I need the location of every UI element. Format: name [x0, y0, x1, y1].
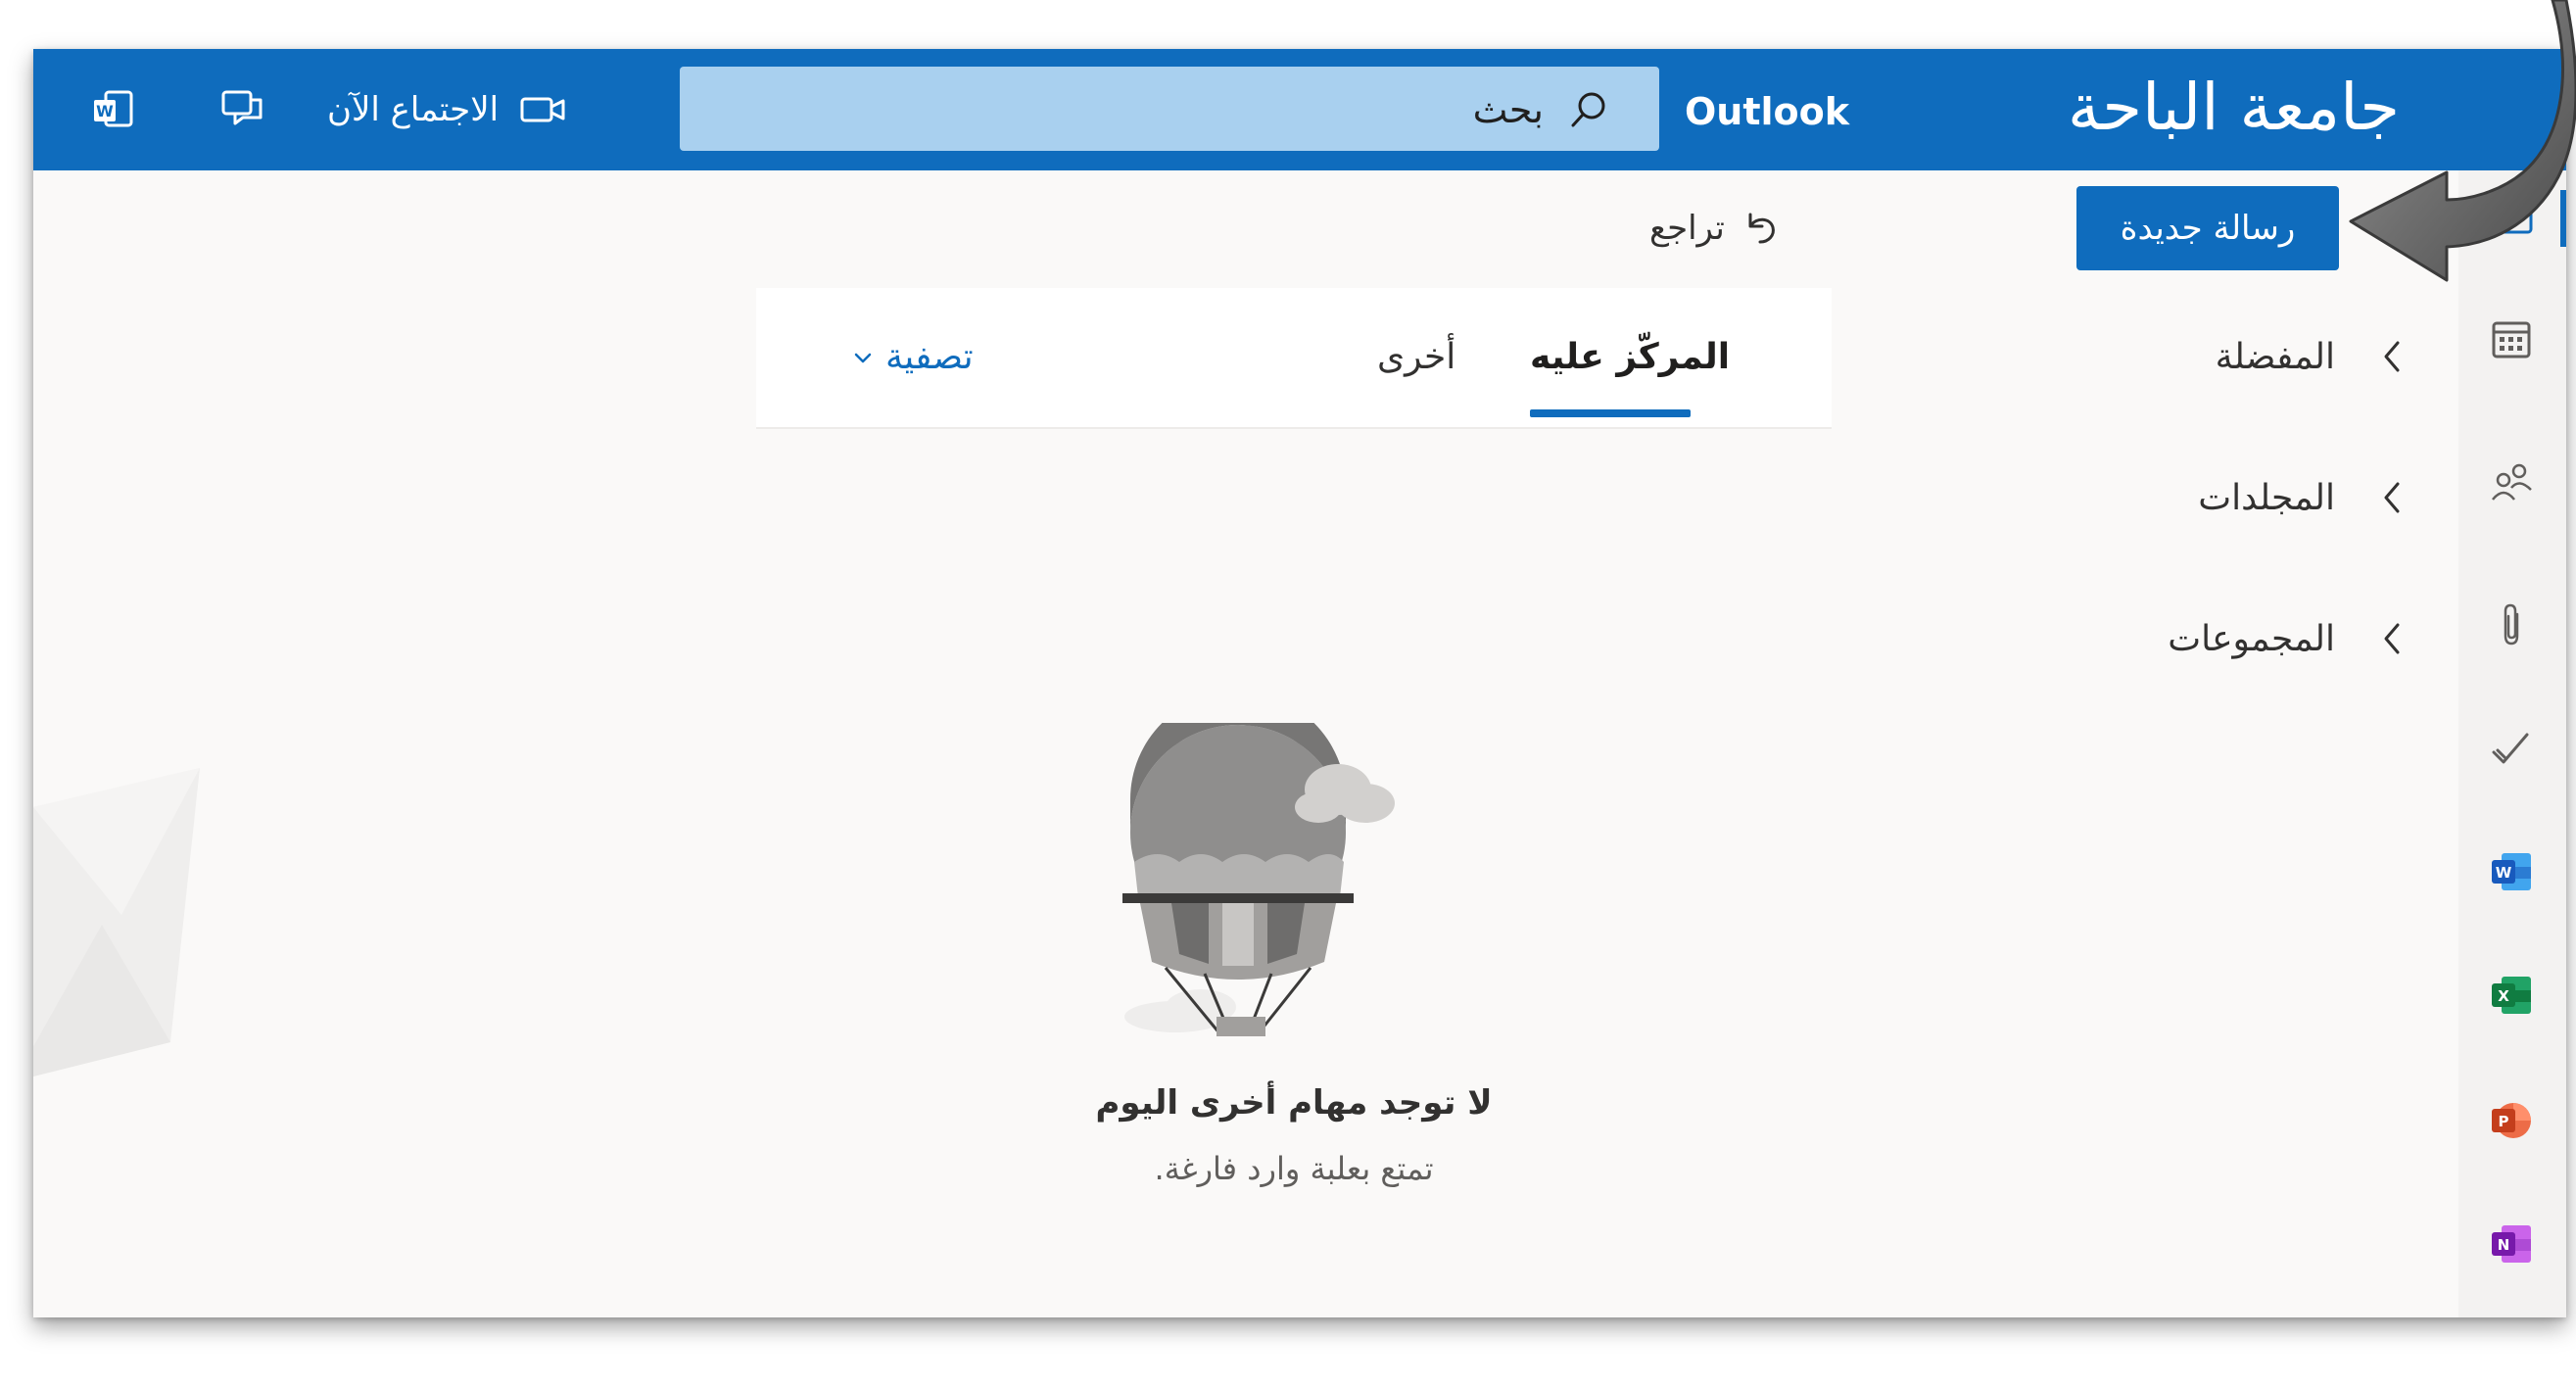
svg-text:W: W: [2496, 864, 2512, 882]
chevron-left-icon: [2384, 623, 2400, 654]
svg-text:N: N: [2498, 1236, 2510, 1254]
chevron-left-icon: [2384, 482, 2400, 513]
tab-focused[interactable]: المركّز عليه: [1530, 337, 1730, 377]
chevron-left-icon: [2384, 341, 2400, 372]
rail-word[interactable]: W: [2486, 846, 2537, 897]
search-icon: [1571, 92, 1605, 127]
rail-todo[interactable]: [2486, 723, 2537, 774]
folder-label: المجلدات: [2198, 477, 2335, 518]
filter-button[interactable]: تصفية: [852, 337, 974, 377]
app-rail: W X P N: [2458, 170, 2566, 1317]
rail-people[interactable]: [2486, 456, 2537, 507]
teams-chat-icon[interactable]: [219, 86, 266, 133]
empty-state-subtitle: تمتع بعلبة وارد فارغة.: [1154, 1150, 1434, 1187]
calendar-icon: [2492, 321, 2531, 359]
attachment-icon: [2504, 603, 2519, 646]
onenote-icon: N: [2492, 1225, 2531, 1263]
envelope-illustration-icon: [33, 768, 200, 1076]
excel-icon: X: [2492, 977, 2531, 1014]
outlook-window: جامعة الباحة Outlook بحث الاجتماع الآن W: [33, 49, 2566, 1317]
active-tab-indicator: [1530, 409, 1691, 417]
folder-label: المجموعات: [2168, 618, 2335, 659]
undo-button[interactable]: تراجع: [1649, 204, 1780, 253]
word-icon: W: [2492, 853, 2531, 890]
reading-pane: [33, 288, 756, 1317]
folder-pane: المفضلة المجلدات المجموعات: [1832, 288, 2458, 1317]
meet-now-button[interactable]: الاجتماع الآن: [327, 82, 565, 137]
empty-state-title: لا توجد مهام أخرى اليوم: [1095, 1083, 1493, 1123]
hot-air-balloon-icon: [1122, 723, 1395, 1036]
inbox-tabs: المركّز عليه أخرى تصفية: [756, 288, 1832, 429]
search-placeholder: بحث: [1472, 88, 1544, 131]
undo-icon: [1748, 213, 1775, 244]
powerpoint-icon: P: [2492, 1103, 2531, 1138]
video-camera-icon: [520, 97, 565, 122]
rail-powerpoint[interactable]: P: [2486, 1095, 2537, 1146]
word-online-icon[interactable]: W: [90, 86, 137, 133]
svg-text:W: W: [96, 102, 114, 120]
folder-folders[interactable]: المجلدات: [1832, 458, 2458, 537]
rail-files[interactable]: [2486, 599, 2537, 650]
chevron-down-icon: [854, 353, 872, 362]
undo-label: تراجع: [1649, 209, 1725, 248]
svg-text:P: P: [2499, 1113, 2509, 1130]
rail-excel[interactable]: X: [2486, 970, 2537, 1021]
top-bar: جامعة الباحة Outlook بحث الاجتماع الآن W: [33, 49, 2566, 170]
folder-favorites[interactable]: المفضلة: [1832, 317, 2458, 396]
rail-calendar[interactable]: [2486, 313, 2537, 364]
todo-icon: [2492, 733, 2529, 764]
filter-label: تصفية: [885, 337, 974, 377]
rail-onenote[interactable]: N: [2486, 1219, 2537, 1269]
message-list: المركّز عليه أخرى تصفية لا توجد مهام أخر…: [756, 288, 1832, 1317]
folder-label: المفضلة: [2215, 336, 2335, 377]
new-message-button[interactable]: رسالة جديدة: [2076, 186, 2339, 270]
command-bar: رسالة جديدة تراجع: [33, 170, 2458, 288]
search-input[interactable]: بحث: [680, 67, 1659, 151]
tab-other[interactable]: أخرى: [1377, 337, 1455, 377]
curved-arrow-icon: [2349, 0, 2576, 282]
meet-now-label: الاجتماع الآن: [327, 90, 500, 129]
svg-text:X: X: [2498, 987, 2509, 1005]
folder-groups[interactable]: المجموعات: [1832, 599, 2458, 678]
people-icon: [2492, 463, 2532, 501]
app-name[interactable]: Outlook: [1685, 84, 1849, 139]
